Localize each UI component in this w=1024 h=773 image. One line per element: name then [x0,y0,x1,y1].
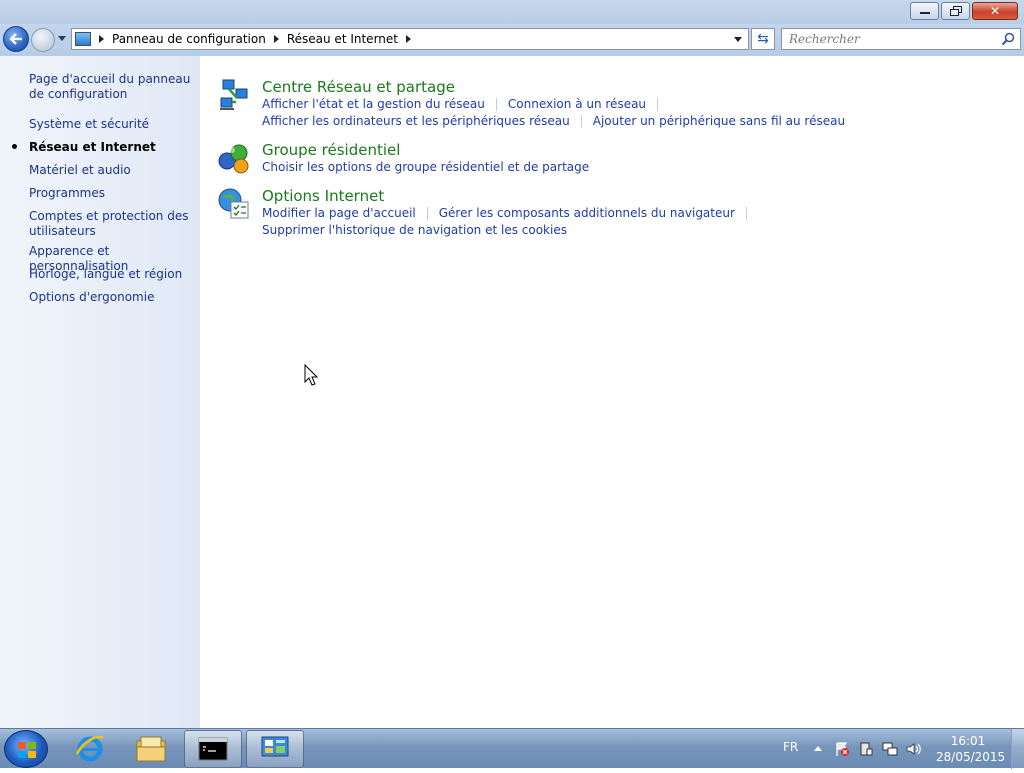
windows-logo-icon [18,742,36,758]
category-links-row: Afficher les ordinateurs et les périphér… [262,114,845,128]
network-icon[interactable] [217,78,251,112]
control-panel-icon [75,32,91,46]
taskbar-internet-explorer[interactable] [61,730,119,768]
breadcrumb-reseau[interactable]: Réseau et Internet [287,32,406,46]
category-title-network-sharing[interactable]: Centre Réseau et partage [262,78,455,96]
link-manage-addons[interactable]: Gérer les composants additionnels du nav… [439,206,735,220]
close-icon: ✕ [989,4,1001,18]
link-view-network-computers[interactable]: Afficher les ordinateurs et les périphér… [262,114,570,128]
breadcrumb-arrow-icon[interactable] [99,35,104,43]
category-title-homegroup[interactable]: Groupe résidentiel [262,141,400,159]
address-bar[interactable]: Panneau de configuration Réseau et Inter… [71,28,749,50]
breadcrumb-panneau[interactable]: Panneau de configuration [112,32,274,46]
command-prompt-icon [198,737,228,761]
sidebar-item-home[interactable]: Page d'accueil du panneau de configurati… [29,72,194,102]
taskbar: FR 16:01 28/05/2015 [0,728,1024,769]
sidebar-item-system-security[interactable]: Système et sécurité [29,117,194,132]
current-item-bullet [12,144,17,149]
link-delete-history[interactable]: Supprimer l'historique de navigation et … [262,223,567,237]
link-separator [657,97,659,111]
link-separator [495,97,497,111]
action-center-flag-icon[interactable] [834,741,850,757]
link-homegroup-options[interactable]: Choisir les options de groupe résidentie… [262,160,589,174]
sidebar-item-hardware-sound[interactable]: Matériel et audio [29,163,194,178]
category-links-row: Afficher l'état et la gestion du réseau … [262,97,669,111]
sidebar-item-ease-of-access[interactable]: Options d'ergonomie [29,290,194,305]
forward-button[interactable] [31,28,55,52]
minimize-button[interactable] [910,2,939,20]
restore-button[interactable] [941,2,970,20]
search-icon[interactable] [1001,32,1015,46]
category-links-row: Supprimer l'historique de navigation et … [262,223,567,237]
category-links-row: Choisir les options de groupe résidentie… [262,160,589,174]
clock-time: 16:01 [950,734,986,748]
link-add-wireless-device[interactable]: Ajouter un périphérique sans fil au rése… [593,114,845,128]
language-indicator[interactable]: FR [783,740,798,754]
window-controls: ✕ [908,2,1018,20]
restore-icon [949,6,962,16]
internet-explorer-icon [75,735,104,762]
network-status-icon[interactable] [882,741,898,757]
sidebar-item-user-accounts[interactable]: Comptes et protection des utilisateurs [29,209,194,239]
volume-icon[interactable] [905,741,921,757]
homegroup-icon[interactable] [217,141,251,175]
window-title-bar[interactable]: ✕ [0,0,1024,24]
link-separator [426,206,428,220]
refresh-icon: ⇆ [757,31,769,47]
explorer-folder-icon [136,736,166,762]
start-button[interactable] [4,730,48,768]
navigation-bar: Panneau de configuration Réseau et Inter… [0,24,1024,56]
category-links-row: Modifier la page d'accueil Gérer les com… [262,206,758,220]
clock-date: 28/05/2015 [936,750,1006,764]
category-title-internet-options[interactable]: Options Internet [262,187,384,205]
search-input[interactable] [782,29,992,49]
sidebar-item-programs[interactable]: Programmes [29,186,194,201]
minimize-icon [919,12,930,14]
refresh-button[interactable]: ⇆ [751,28,775,50]
breadcrumb-arrow-icon[interactable] [273,35,279,43]
sidebar: Page d'accueil du panneau de configurati… [0,56,200,728]
back-button[interactable] [3,26,29,52]
show-hidden-icons-button[interactable] [814,746,822,751]
close-button[interactable]: ✕ [972,2,1018,20]
sidebar-item-clock-language[interactable]: Horloge, langue et région [29,267,194,282]
search-box[interactable] [781,28,1021,50]
taskbar-windows-explorer[interactable] [122,730,180,768]
mouse-cursor-icon [304,364,318,386]
back-arrow-icon [9,33,22,45]
link-separator [580,114,582,128]
taskbar-control-panel[interactable] [246,730,304,768]
taskbar-command-prompt[interactable] [184,730,242,768]
safely-remove-hardware-icon[interactable] [858,741,874,757]
system-clock[interactable]: 16:01 28/05/2015 [936,733,1006,765]
sidebar-item-network-internet[interactable]: Réseau et Internet [29,140,194,155]
address-dropdown-icon[interactable] [734,37,742,42]
control-panel-icon [261,736,289,761]
recent-pages-dropdown[interactable] [58,36,66,41]
internet-options-icon[interactable] [217,187,251,221]
link-view-network-status[interactable]: Afficher l'état et la gestion du réseau [262,97,485,111]
link-change-homepage[interactable]: Modifier la page d'accueil [262,206,416,220]
breadcrumb-arrow-icon[interactable] [405,35,411,43]
show-desktop-button[interactable] [1011,729,1024,769]
link-connect-network[interactable]: Connexion à un réseau [508,97,646,111]
link-separator [745,206,747,220]
